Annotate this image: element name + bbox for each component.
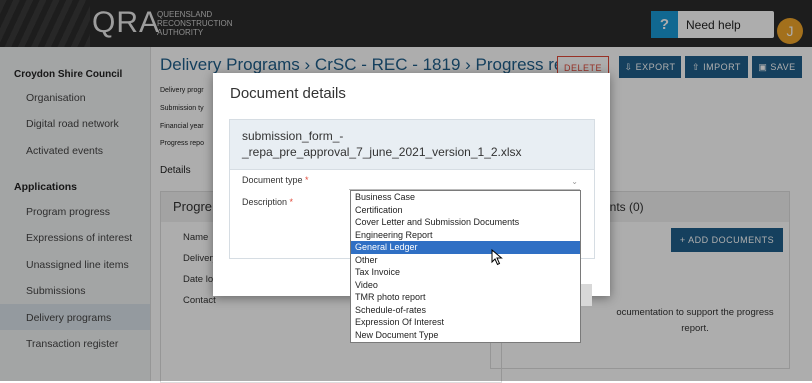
dropdown-option[interactable]: Other [351, 254, 580, 267]
document-type-dropdown[interactable]: Business Case Certification Cover Letter… [350, 190, 581, 343]
mouse-pointer-icon [491, 249, 503, 266]
dropdown-option[interactable]: Video [351, 279, 580, 292]
dropdown-option[interactable]: Cover Letter and Submission Documents [351, 216, 580, 229]
dropdown-option[interactable]: Certification [351, 204, 580, 217]
dropdown-option[interactable]: Expression Of Interest [351, 316, 580, 329]
filename: submission_form_-_repa_pre_approval_7_ju… [242, 129, 522, 159]
dropdown-option[interactable]: New Document Type [351, 329, 580, 342]
dropdown-option-highlighted[interactable]: General Ledger [351, 241, 580, 254]
dropdown-option[interactable]: TMR photo report [351, 291, 580, 304]
dropdown-option[interactable]: Tax Invoice [351, 266, 580, 279]
modal-title: Document details [230, 85, 346, 102]
description-label: Description * [242, 197, 294, 207]
chevron-down-icon: ⌄ [571, 177, 578, 186]
document-type-label: Document type * [242, 175, 309, 185]
dropdown-option[interactable]: Schedule-of-rates [351, 304, 580, 317]
document-type-select[interactable]: ⌄ [349, 175, 580, 190]
dropdown-option[interactable]: Engineering Report [351, 229, 580, 242]
dropdown-option[interactable]: Business Case [351, 191, 580, 204]
filename-box: submission_form_-_repa_pre_approval_7_ju… [229, 119, 595, 170]
